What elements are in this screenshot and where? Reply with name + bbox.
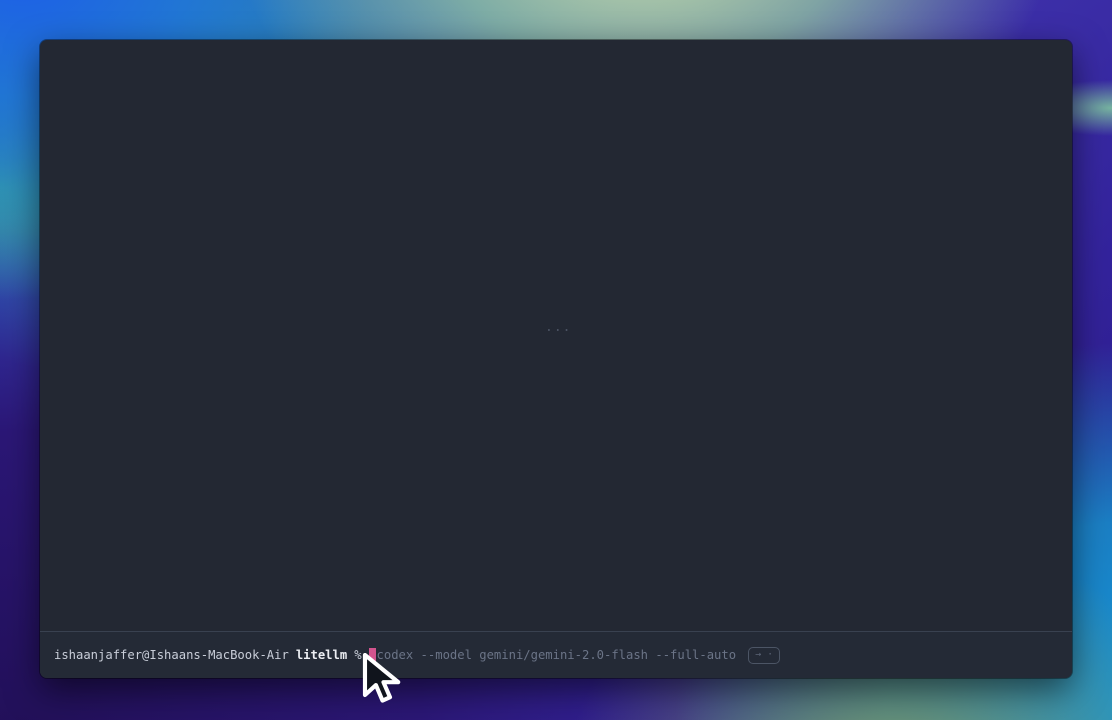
text-cursor bbox=[369, 648, 376, 663]
desktop-wallpaper: ... ishaanjaffer@Ishaans-MacBook-Air lit… bbox=[0, 0, 1112, 720]
terminal-prompt-bar[interactable]: ishaanjaffer@Ishaans-MacBook-Air litellm… bbox=[40, 632, 1072, 678]
terminal-window[interactable]: ... ishaanjaffer@Ishaans-MacBook-Air lit… bbox=[40, 40, 1072, 678]
terminal-output-area: ... bbox=[40, 40, 1072, 631]
autosuggestion-text: codex --model gemini/gemini-2.0-flash --… bbox=[377, 648, 737, 662]
prompt-user-host: ishaanjaffer@Ishaans-MacBook-Air bbox=[54, 648, 289, 662]
prompt-directory: litellm bbox=[296, 648, 347, 662]
loading-dots: ... bbox=[545, 320, 571, 335]
accept-suggestion-hint-badge: → · bbox=[748, 647, 780, 664]
prompt-symbol: % bbox=[354, 648, 361, 662]
